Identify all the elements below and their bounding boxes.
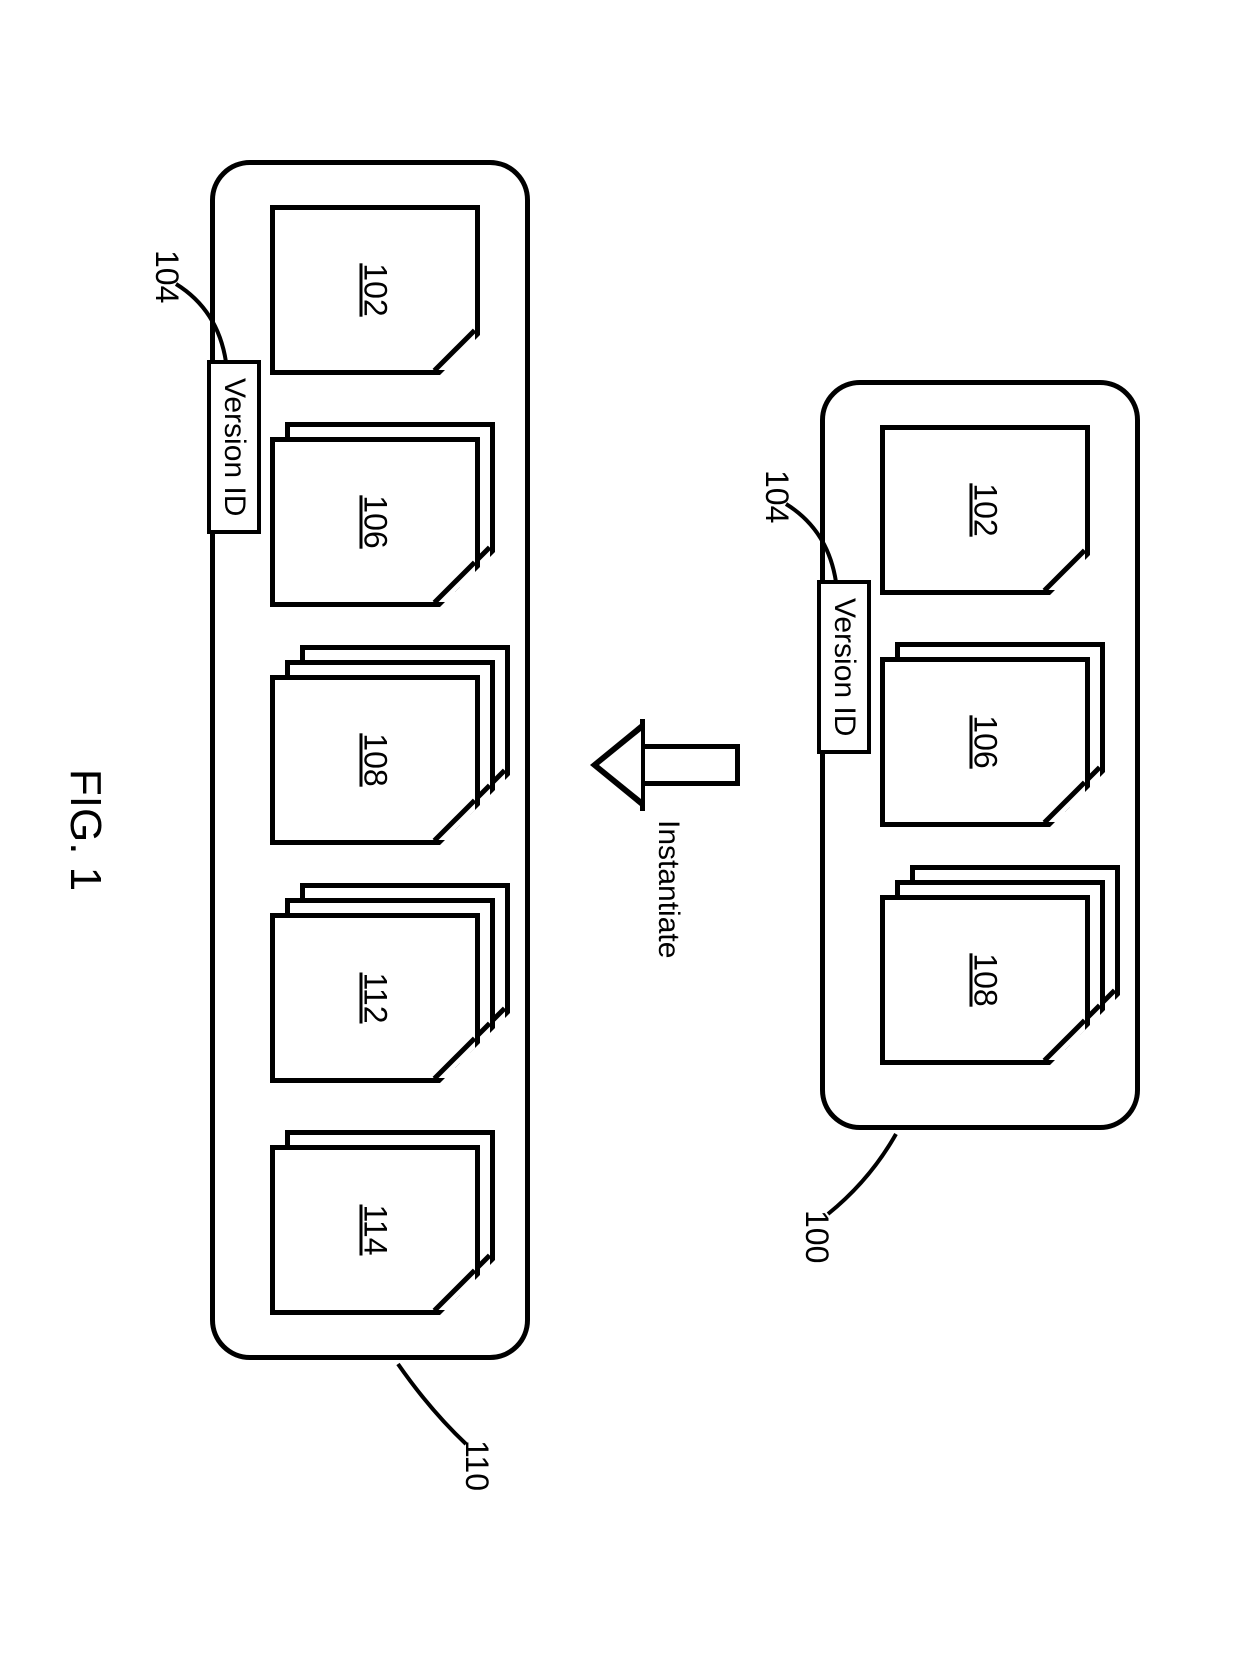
instantiate-label: Instantiate [651, 820, 685, 958]
doc-112-front: 112 [270, 913, 480, 1083]
doc-label: 112 [357, 972, 394, 1023]
doc-label: 102 [967, 483, 1004, 536]
doc-label: 106 [357, 495, 394, 548]
leader-110 [390, 1360, 470, 1450]
version-id-label: Version ID [218, 378, 251, 516]
version-id-box-top: Version ID [817, 580, 871, 754]
ref-104-bot: 104 [148, 250, 185, 303]
container-100: 102 106 108 [820, 380, 1140, 1130]
doc-102: 102 [880, 425, 1090, 595]
doc-108b-front: 108 [270, 675, 480, 845]
doc-label: 102 [357, 263, 394, 316]
version-id-box-bottom: Version ID [207, 360, 261, 534]
doc-102b: 102 [270, 205, 480, 375]
version-id-label: Version ID [828, 598, 861, 736]
container-110: 102 106 108 112 [210, 160, 530, 1360]
ref-100: 100 [798, 1210, 835, 1263]
doc-label: 108 [357, 733, 394, 786]
doc-label: 114 [357, 1204, 394, 1255]
doc-108-front: 108 [880, 895, 1090, 1065]
leader-100 [820, 1130, 900, 1220]
instantiate-arrow [640, 744, 740, 786]
ref-104-top: 104 [758, 470, 795, 523]
doc-label: 108 [967, 953, 1004, 1006]
figure-label: FIG. 1 [60, 768, 110, 890]
doc-106b-front: 106 [270, 437, 480, 607]
ref-110: 110 [458, 1440, 495, 1491]
doc-label: 106 [967, 715, 1004, 768]
doc-114-front: 114 [270, 1145, 480, 1315]
doc-106-front: 106 [880, 657, 1090, 827]
diagram-root: 102 106 108 Version ID 104 [70, 80, 1170, 1580]
